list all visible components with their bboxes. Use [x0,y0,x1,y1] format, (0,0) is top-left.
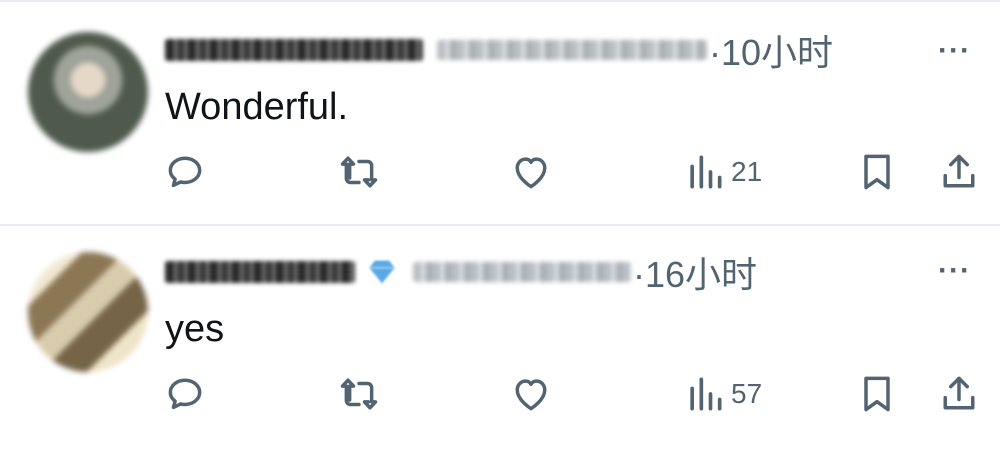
reply-header: ·16小时 [165,252,757,295]
like-button[interactable] [509,150,553,194]
views-button[interactable]: 21 [683,150,762,194]
more-icon[interactable]: ··· [938,34,971,68]
timestamp[interactable]: ·16小时 [633,246,757,298]
reply-item-1[interactable]: ·10小时 ··· Wonderful. 21 [0,0,1000,224]
heart-icon [515,157,547,189]
reply-button[interactable] [163,372,207,416]
timestamp[interactable]: ·10小时 [709,24,833,76]
share-button[interactable] [937,150,981,194]
reply-text: Wonderful. [165,86,349,128]
reply-header: ·10小时 [165,30,833,73]
bookmark-button[interactable] [855,150,899,194]
views-count: 21 [731,156,763,187]
handle-blurred[interactable] [437,40,707,60]
bookmark-icon [864,376,890,412]
views-button[interactable]: 57 [683,372,762,416]
views-bar-icon [690,377,722,411]
views-bar-icon [690,155,722,189]
share-icon [943,376,975,410]
avatar[interactable] [28,32,148,152]
reply-button[interactable] [163,150,207,194]
display-name-blurred[interactable] [165,261,355,283]
share-icon [943,154,975,188]
retweet-button[interactable] [337,150,381,194]
heart-icon [515,379,547,411]
share-button[interactable] [937,372,981,416]
like-button[interactable] [509,372,553,416]
reply-item-2[interactable]: ·16小时 ··· yes 57 [0,226,1000,449]
reply-icon [168,156,202,188]
handle-blurred[interactable] [413,262,631,282]
bookmark-icon [864,154,890,190]
avatar[interactable] [28,252,148,372]
more-icon[interactable]: ··· [938,254,971,288]
retweet-icon [340,378,378,410]
bookmark-button[interactable] [855,372,899,416]
retweet-button[interactable] [337,372,381,416]
retweet-icon [340,156,378,188]
display-name-blurred[interactable] [165,39,423,61]
reply-text: yes [165,308,225,350]
views-count: 57 [731,378,763,409]
reply-icon [168,378,202,410]
verified-badge-icon [369,260,395,284]
